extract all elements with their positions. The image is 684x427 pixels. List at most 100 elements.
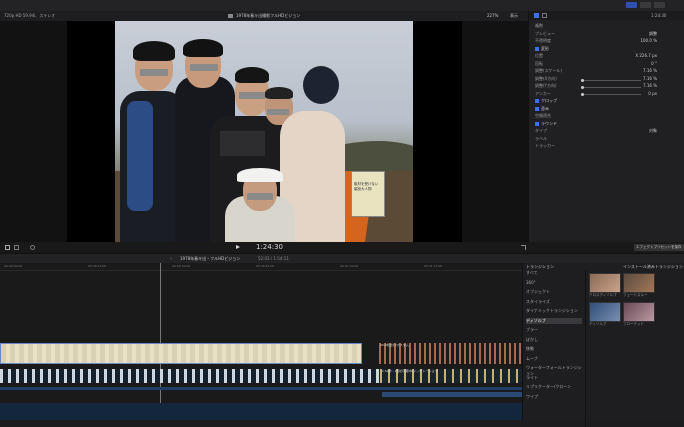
inspector-row-label: ラベル [535,135,547,141]
inspector-row-label: ラウンド [541,120,557,126]
inspector-row[interactable]: 複数 [535,23,679,29]
speed-icon[interactable] [30,245,35,250]
checkbox-icon[interactable] [535,121,539,126]
scale-x-slider[interactable] [581,86,641,89]
checkbox-icon[interactable] [535,99,539,103]
inspector-row[interactable]: 空間適合 [535,113,679,119]
inspector-row[interactable]: タイプ 対象 [535,128,679,134]
inspector-row-value[interactable]: 7.16 % [643,83,657,88]
ruler-tick-label: 00:00:00:00 [4,264,23,268]
layout-icon[interactable] [654,2,665,8]
video-inspector-icon[interactable] [534,13,539,18]
inspector-row[interactable]: 不透明度 100.0 % [535,38,679,44]
checkbox-icon[interactable] [535,106,539,111]
inspector-row-value[interactable]: X 226.7 px [635,53,657,58]
scale-y-slider[interactable] [581,93,641,96]
inspector-row-label: 位置 [535,53,543,58]
timeline[interactable]: 00:00:00:00 00:00:15:00 00:00:30:00 00:00:4… [0,263,522,420]
inspector-row-value[interactable]: 調整 [649,31,657,37]
info-icon[interactable] [542,13,547,18]
inspector-row[interactable]: ラベル [535,136,679,142]
transition-thumbnail-label: フェードスルー [623,293,648,297]
inspector-row[interactable]: クロップ [535,98,679,104]
transition-thumbnail[interactable] [589,302,621,322]
category-item[interactable]: ダイナミックトランジション [526,308,582,314]
category-list: すべて 360° オブジェクト スタイライズ ダイナミックトランジション ディゾルブブラー… [523,270,586,427]
transition-thumbnail[interactable] [589,273,621,293]
ruler-tick-label: 00:00:30:00 [172,264,191,268]
inspector-row-value[interactable]: 7.16 % [643,68,657,73]
transition-thumbnail[interactable] [623,273,655,293]
inspector-time: 1:24:30 [651,13,667,18]
crop-tool-icon[interactable] [5,245,10,250]
transform-tool-icon[interactable] [14,245,19,250]
back-icon[interactable]: ‹ [170,256,172,262]
inspector-row-label: アンカー [535,90,551,96]
layout-icon[interactable] [640,2,651,8]
timeline-project-name[interactable]: 1978年春キ出・フルHDビジョン [180,256,240,262]
sign-callout: 取材を受けない 脇役大人物 [351,171,385,217]
scale-slider[interactable] [581,79,641,82]
inspector-row[interactable]: 位置 X 226.7 px [535,53,679,59]
connected-clip[interactable] [0,369,380,383]
inspector-row-label: プレビュー [535,30,555,36]
inspector-row-label: 調整(Y方向) [535,83,557,88]
video-frame[interactable]: 取材を受けない 脇役大人物 [67,21,462,242]
inspector-row[interactable]: 歪み [535,106,679,112]
zoom-dropdown[interactable]: 227% [487,13,498,18]
fullscreen-icon[interactable] [521,245,526,250]
timeline-duration: 52:03 / 1:54:11 [258,256,289,261]
inspector-row-label: 複数 [535,23,543,28]
ruler-tick-label: 00:01:15:00 [424,264,443,268]
category-item[interactable]: ワイプ [526,394,582,400]
timeline-ruler[interactable]: 00:00:00:00 00:00:15:00 00:00:30:00 00:00:4… [0,263,522,271]
inspector-row[interactable]: 調整(Y方向) 7.16 % [535,83,679,89]
video-clip-storyline[interactable] [0,343,362,364]
inspector-row[interactable]: 調整(スケール) 7.16 % [535,68,679,74]
inspector-row[interactable]: プレビュー 調整 [535,31,679,37]
transport-bar: 1:24:30 エフェクトプリセットを保存 [0,242,684,253]
inspector-row-value[interactable]: 対象 [649,128,657,134]
audio-clip[interactable] [0,387,522,390]
inspector-row-value[interactable]: 100.0 % [640,38,657,43]
category-item[interactable]: ディゾルブ [526,317,582,324]
category-item[interactable]: リプリケーター/クローン [526,384,582,390]
inspector-row[interactable]: 変形 [535,46,679,52]
layout-icon[interactable] [626,2,637,8]
category-item[interactable]: オブジェクト [526,289,582,295]
playhead[interactable] [160,263,161,420]
category-item[interactable]: 360° [526,280,582,286]
category-item[interactable]: 移動 [526,346,582,352]
view-dropdown[interactable]: 表示 [510,13,518,19]
category-item[interactable]: ぼかし [526,337,582,343]
inspector-row-value[interactable]: 0 px [648,91,657,96]
category-item[interactable]: ブラー [526,327,582,333]
inspector-row-label: 調整(スケール) [535,68,563,73]
category-item[interactable]: ムーブ [526,356,582,362]
checkbox-icon[interactable] [535,46,539,51]
category-item[interactable]: スタイライズ [526,299,582,305]
audio-waveform[interactable] [0,403,522,420]
inspector-row[interactable]: ラウンド [535,121,679,127]
inspector-row-label: 回転 [535,60,543,66]
inspector-row[interactable]: トラッカー [535,143,679,149]
inspector-row-value[interactable]: 7.16 % [643,76,657,81]
play-icon[interactable] [236,245,240,249]
format-label: 720p HD 59.94i、ステレオ [4,13,56,18]
video-image: 取材を受けない 脇役大人物 [115,21,413,242]
ruler-tick-label: 00:00:15:00 [88,264,107,268]
transition-thumbnail[interactable] [623,302,655,322]
category-item[interactable]: ライト [526,375,582,381]
transition-browser: トランジション インストール済みトランジション すべて 360° オブジェクト スタイ… [522,263,684,427]
browser-header-right: インストール済みトランジション [623,264,683,269]
save-preset-button[interactable]: エフェクトプリセットを保存 [634,244,684,251]
inspector-row[interactable]: 回転 0 ° [535,61,679,67]
category-item[interactable]: すべて [526,270,582,276]
inspector-row-label: タイプ [535,128,547,133]
audio-clip[interactable] [382,392,522,397]
inspector-row-value[interactable]: 0 ° [651,61,657,66]
inspector-row-label: トラッカー [535,143,555,148]
ruler-tick-label: 00:01:00:00 [340,264,359,268]
category-item[interactable]: ウォーターフォールトランジション [526,365,582,376]
inspector-row-label: 歪み [541,105,549,111]
